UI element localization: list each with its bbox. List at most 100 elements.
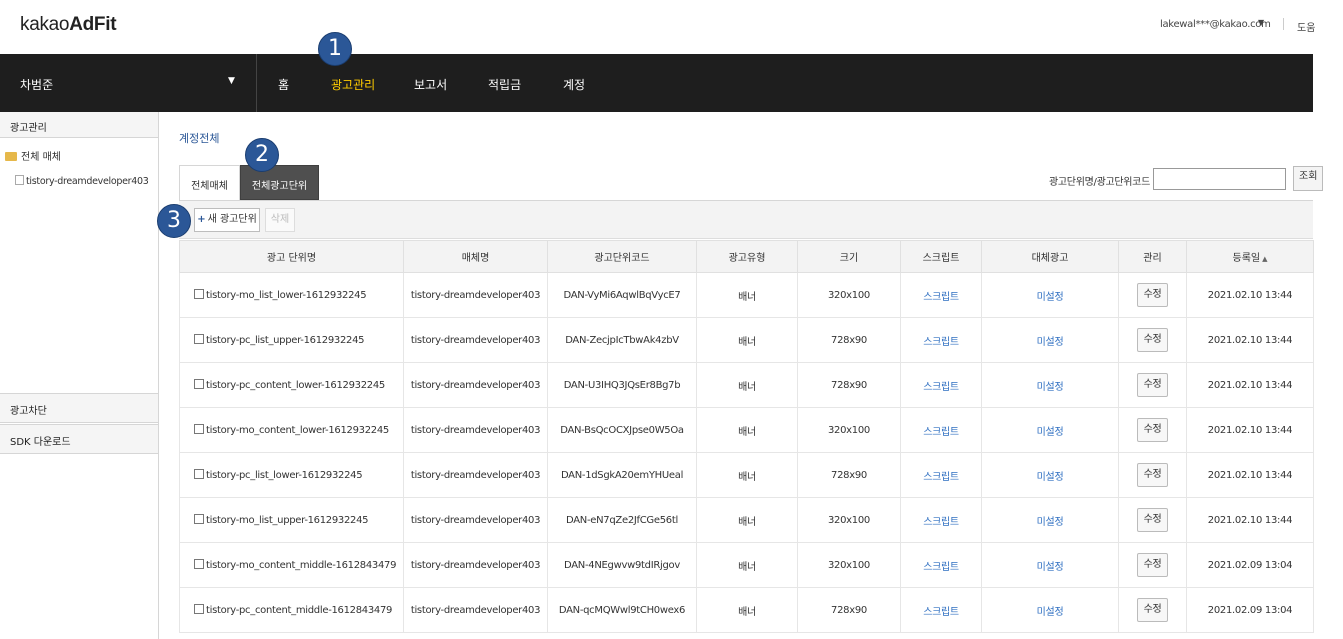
row-checkbox[interactable] [194, 289, 204, 299]
cell-ad-type: 배너 [696, 317, 798, 363]
cell-manage: 수정 [1118, 362, 1187, 408]
cell-media-name: tistory-dreamdeveloper403 [403, 272, 548, 318]
cell-manage: 수정 [1118, 587, 1187, 633]
row-checkbox[interactable] [194, 334, 204, 344]
edit-button[interactable]: 수정 [1137, 598, 1168, 622]
cell-registered-date: 2021.02.10 13:44 [1186, 407, 1314, 453]
cell-ad-unit-code: DAN-ZecjpIcTbwAk4zbV [547, 317, 697, 363]
alt-ad-link[interactable]: 미설정 [1037, 607, 1064, 618]
page-title: 계정전체 [179, 132, 220, 145]
cell-ad-type: 배너 [696, 587, 798, 633]
cell-media-name: tistory-dreamdeveloper403 [403, 362, 548, 408]
alt-ad-link[interactable]: 미설정 [1037, 292, 1064, 303]
alt-ad-link[interactable]: 미설정 [1037, 562, 1064, 573]
tree-item-media[interactable]: tistory-dreamdeveloper403 [15, 175, 149, 187]
table-row: tistory-pc_content_middle-1612843479 tist… [179, 587, 1314, 633]
sidebar-section-sdk-download[interactable]: SDK 다운로드 [0, 424, 158, 454]
user-dropdown-caret-icon[interactable]: ▼ [228, 76, 235, 86]
script-link[interactable]: 스크립트 [923, 562, 959, 573]
nav-item-home[interactable]: 홈 [278, 76, 289, 93]
tab-all-media[interactable]: 전체매체 [179, 165, 240, 200]
help-link[interactable]: 도움 [1297, 19, 1315, 34]
tree-item-label: tistory-dreamdeveloper403 [26, 176, 149, 187]
alt-ad-link[interactable]: 미설정 [1037, 517, 1064, 528]
cell-manage: 수정 [1118, 317, 1187, 363]
edit-button[interactable]: 수정 [1137, 463, 1168, 487]
table-row: tistory-pc_content_lower-1612932245 tisto… [179, 362, 1314, 408]
cell-media-name: tistory-dreamdeveloper403 [403, 407, 548, 453]
alt-ad-link[interactable]: 미설정 [1037, 472, 1064, 483]
row-checkbox[interactable] [194, 514, 204, 524]
nav-item-reserve[interactable]: 적립금 [488, 76, 521, 93]
col-header-ad-unit-name[interactable]: 광고 단위명 [179, 240, 404, 273]
annotation-badge-2: 2 [245, 138, 279, 172]
new-ad-unit-button[interactable]: + 새 광고단위 [194, 208, 260, 232]
cell-manage: 수정 [1118, 542, 1187, 588]
nav-item-account[interactable]: 계정 [563, 76, 585, 93]
alt-ad-link[interactable]: 미설정 [1037, 337, 1064, 348]
row-checkbox[interactable] [194, 379, 204, 389]
edit-button[interactable]: 수정 [1137, 418, 1168, 442]
search-button[interactable]: 조회 [1293, 166, 1323, 191]
cell-script: 스크립트 [900, 407, 982, 453]
logo-light-text: kakao [20, 14, 70, 35]
tree-item-all-media[interactable]: 전체 매체 [5, 148, 61, 163]
script-link[interactable]: 스크립트 [923, 607, 959, 618]
search-input[interactable] [1153, 168, 1286, 190]
col-header-registered-date[interactable]: 등록일 ▲ [1186, 240, 1314, 273]
col-header-size[interactable]: 크기 [797, 240, 901, 273]
alt-ad-link[interactable]: 미설정 [1037, 427, 1064, 438]
cell-script: 스크립트 [900, 497, 982, 543]
edit-button[interactable]: 수정 [1137, 283, 1168, 307]
script-link[interactable]: 스크립트 [923, 337, 959, 348]
alt-ad-link[interactable]: 미설정 [1037, 382, 1064, 393]
edit-button[interactable]: 수정 [1137, 508, 1168, 532]
row-checkbox[interactable] [194, 559, 204, 569]
cell-registered-date: 2021.02.09 13:04 [1186, 542, 1314, 588]
nav-divider [256, 54, 257, 112]
sidebar-section-ad-block[interactable]: 광고차단 [0, 393, 158, 423]
row-checkbox[interactable] [194, 424, 204, 434]
script-link[interactable]: 스크립트 [923, 382, 959, 393]
registered-date-label: 등록일 [1232, 253, 1261, 264]
col-header-media-name[interactable]: 매체명 [403, 240, 548, 273]
delete-button[interactable]: 삭제 [265, 208, 295, 232]
script-link[interactable]: 스크립트 [923, 517, 959, 528]
account-email[interactable]: lakewal***@kakao.com [1160, 19, 1271, 30]
account-dropdown-caret-icon[interactable]: ▼ [1258, 18, 1264, 27]
cell-ad-unit-name: tistory-pc_list_lower-1612932245 [179, 452, 404, 498]
cell-ad-unit-name: tistory-mo_content_middle-1612843479 [179, 542, 404, 588]
cell-media-name: tistory-dreamdeveloper403 [403, 317, 548, 363]
nav-item-ad-management[interactable]: 광고관리 [331, 76, 375, 93]
table-row: tistory-pc_list_lower-1612932245 tistory-… [179, 452, 1314, 498]
row-checkbox[interactable] [194, 604, 204, 614]
col-header-alt-ad[interactable]: 대체광고 [981, 240, 1119, 273]
ad-unit-name: tistory-pc_list_lower-1612932245 [206, 470, 363, 481]
col-header-ad-unit-code[interactable]: 광고단위코드 [547, 240, 697, 273]
script-link[interactable]: 스크립트 [923, 427, 959, 438]
row-checkbox[interactable] [194, 469, 204, 479]
edit-button[interactable]: 수정 [1137, 373, 1168, 397]
col-header-script[interactable]: 스크립트 [900, 240, 982, 273]
cell-size: 320x100 [797, 497, 901, 543]
ad-unit-name: tistory-mo_content_lower-1612932245 [206, 425, 389, 436]
col-header-manage[interactable]: 관리 [1118, 240, 1187, 273]
sidebar-section-ad-management[interactable]: 광고관리 [0, 112, 158, 138]
cell-size: 320x100 [797, 272, 901, 318]
cell-size: 320x100 [797, 407, 901, 453]
tab-all-ad-units[interactable]: 전체광고단위 [240, 165, 319, 200]
nav-item-reports[interactable]: 보고서 [414, 76, 447, 93]
edit-button[interactable]: 수정 [1137, 328, 1168, 352]
col-header-ad-type[interactable]: 광고유형 [696, 240, 798, 273]
kakao-adfit-logo[interactable]: kakaoAdFit [20, 14, 117, 36]
cell-manage: 수정 [1118, 407, 1187, 453]
script-link[interactable]: 스크립트 [923, 472, 959, 483]
edit-button[interactable]: 수정 [1137, 553, 1168, 577]
sidebar: 광고관리 전체 매체 tistory-dreamdeveloper403 광고차… [0, 112, 159, 639]
annotation-badge-3: 3 [157, 204, 191, 238]
cell-size: 728x90 [797, 587, 901, 633]
script-link[interactable]: 스크립트 [923, 292, 959, 303]
table-header-row: 광고 단위명 매체명 광고단위코드 광고유형 크기 스크립트 대체광고 관리 등… [179, 240, 1314, 273]
user-name[interactable]: 차범준 [20, 76, 53, 93]
new-ad-unit-label: 새 광고단위 [207, 214, 257, 225]
